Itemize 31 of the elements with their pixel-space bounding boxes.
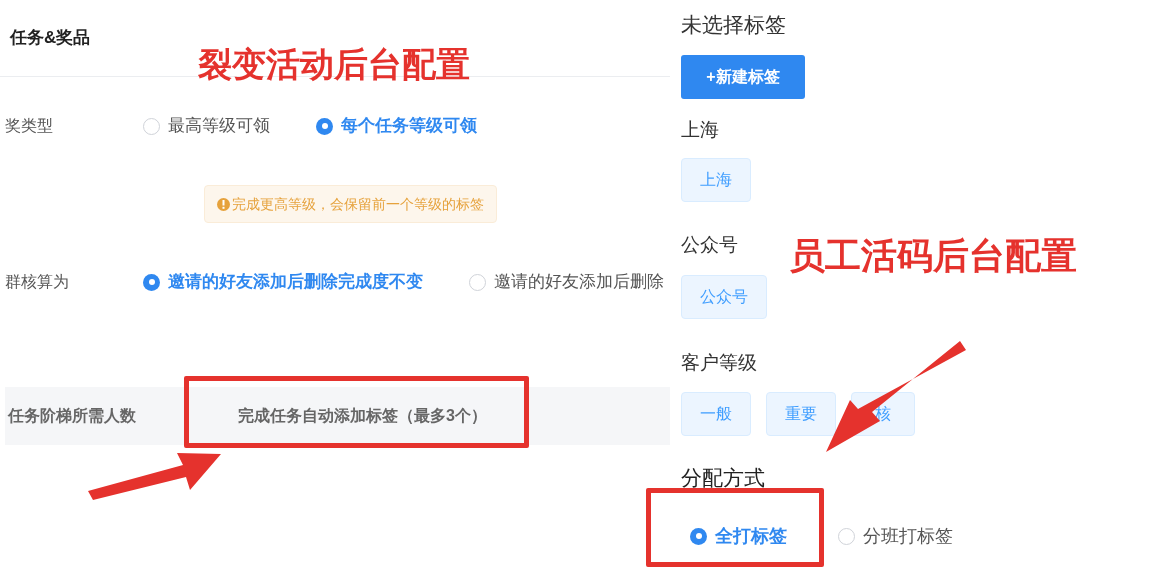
section-title: 任务&奖品 [10,27,91,50]
field-label: 奖类型 [4,116,54,136]
annotation-caption: 裂变活动后台配置 [198,44,470,85]
group-heading: 客户等级 [681,351,757,375]
section-heading: 未选择标签 [681,12,786,38]
radio-button[interactable] [143,117,160,135]
radio-button[interactable] [469,273,486,291]
tag-chip[interactable]: 一般 [681,392,751,436]
option-label[interactable]: 分班打标签 [863,522,953,550]
radio-button[interactable] [316,117,333,135]
section-heading: 分配方式 [681,465,765,491]
option-label[interactable]: 每个任务等级可领 [341,113,477,139]
field-label: 群核算为 [4,272,70,292]
column-header: 任务阶梯所需人数 [6,406,137,426]
group-heading: 上海 [681,118,719,142]
notice-text: 完成更高等级，会保留前一个等级的标签 [232,194,484,214]
tag-chip[interactable]: 公众号 [681,275,767,319]
radio-button[interactable] [690,527,707,545]
group-heading: 公众号 [681,233,738,257]
tag-chip[interactable]: 重要 [766,392,836,436]
option-label[interactable]: 最高等级可领 [168,113,270,139]
option-label[interactable]: 邀请的好友添加后删除完成度不变 [168,269,423,295]
option-label[interactable]: 全打标签 [715,522,787,550]
annotation-caption: 员工活码后台配置 [789,234,1077,278]
radio-button[interactable] [143,273,160,291]
column-header: 完成任务自动添加标签（最多3个） [238,406,487,426]
option-label[interactable]: 邀请的好友添加后删除 [494,269,664,295]
new-tag-button[interactable]: +新建标签 [681,55,805,99]
radio-button[interactable] [838,527,855,545]
tag-chip[interactable]: 上海 [681,158,751,202]
warning-icon [217,197,230,211]
